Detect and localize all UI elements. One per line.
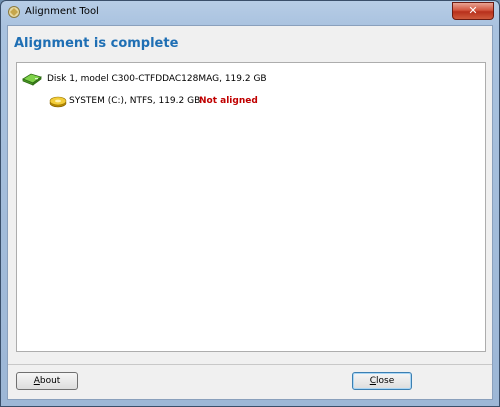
partition-label: SYSTEM (C:), NTFS, 119.2 GB [69, 96, 201, 106]
disk-label: Disk 1, model C300-CTFDDAC128MAG, 119.2 … [47, 74, 267, 84]
disk-icon [22, 73, 42, 86]
alignment-status: Not aligned [199, 96, 258, 106]
about-button[interactable]: About [16, 372, 78, 390]
partition-icon [49, 96, 67, 108]
close-button-label: Close [369, 376, 395, 386]
close-button[interactable]: Close [352, 372, 412, 390]
window-close-button[interactable]: ✕ [452, 2, 494, 20]
window-title: Alignment Tool [25, 6, 99, 17]
app-icon [8, 6, 20, 18]
result-heading: Alignment is complete [14, 36, 179, 51]
close-icon: ✕ [468, 4, 478, 17]
dialog-client-area: Alignment is complete Disk 1, model C300… [7, 25, 493, 400]
title-bar[interactable]: Alignment Tool ✕ [1, 1, 499, 25]
disk-tree[interactable]: Disk 1, model C300-CTFDDAC128MAG, 119.2 … [16, 62, 486, 352]
alignment-tool-window: Alignment Tool ✕ Alignment is complete D… [0, 0, 500, 407]
button-divider [8, 364, 492, 365]
about-button-label: About [33, 376, 61, 386]
